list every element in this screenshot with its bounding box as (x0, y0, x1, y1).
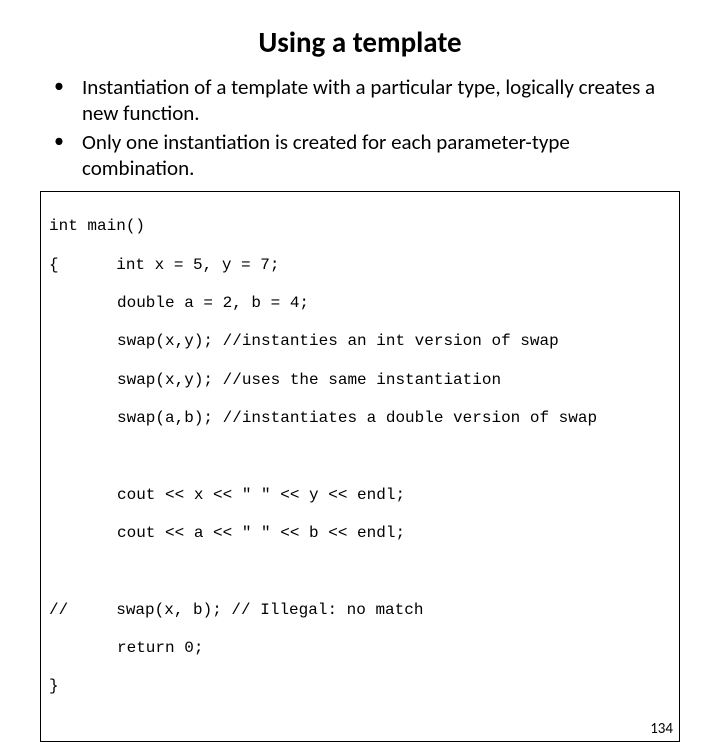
code-line: double a = 2, b = 4; (49, 294, 671, 313)
code-line: return 0; (49, 639, 671, 658)
blank-line (49, 562, 671, 581)
code-line: int main() (49, 217, 671, 236)
code-line: swap(a,b); //instantiates a double versi… (49, 409, 671, 428)
blank-line (49, 447, 671, 466)
bullet-item: Only one instantiation is created for ea… (40, 129, 680, 182)
code-line: cout << a << " " << b << endl; (49, 524, 671, 543)
code-line: swap(x,y); //uses the same instantiation (49, 371, 671, 390)
code-line: } (49, 677, 671, 696)
code-line: swap(x,y); //instanties an int version o… (49, 332, 671, 351)
code-line: { int x = 5, y = 7; (49, 256, 671, 275)
bullet-item: Instantiation of a template with a parti… (40, 74, 680, 127)
code-line: cout << x << " " << y << endl; (49, 486, 671, 505)
bullet-list: Instantiation of a template with a parti… (40, 74, 680, 181)
page-number: 134 (650, 720, 673, 738)
code-box: int main() { int x = 5, y = 7; double a … (40, 191, 680, 742)
slide-title: Using a template (40, 24, 680, 60)
code-line: // swap(x, b); // Illegal: no match (49, 601, 671, 620)
